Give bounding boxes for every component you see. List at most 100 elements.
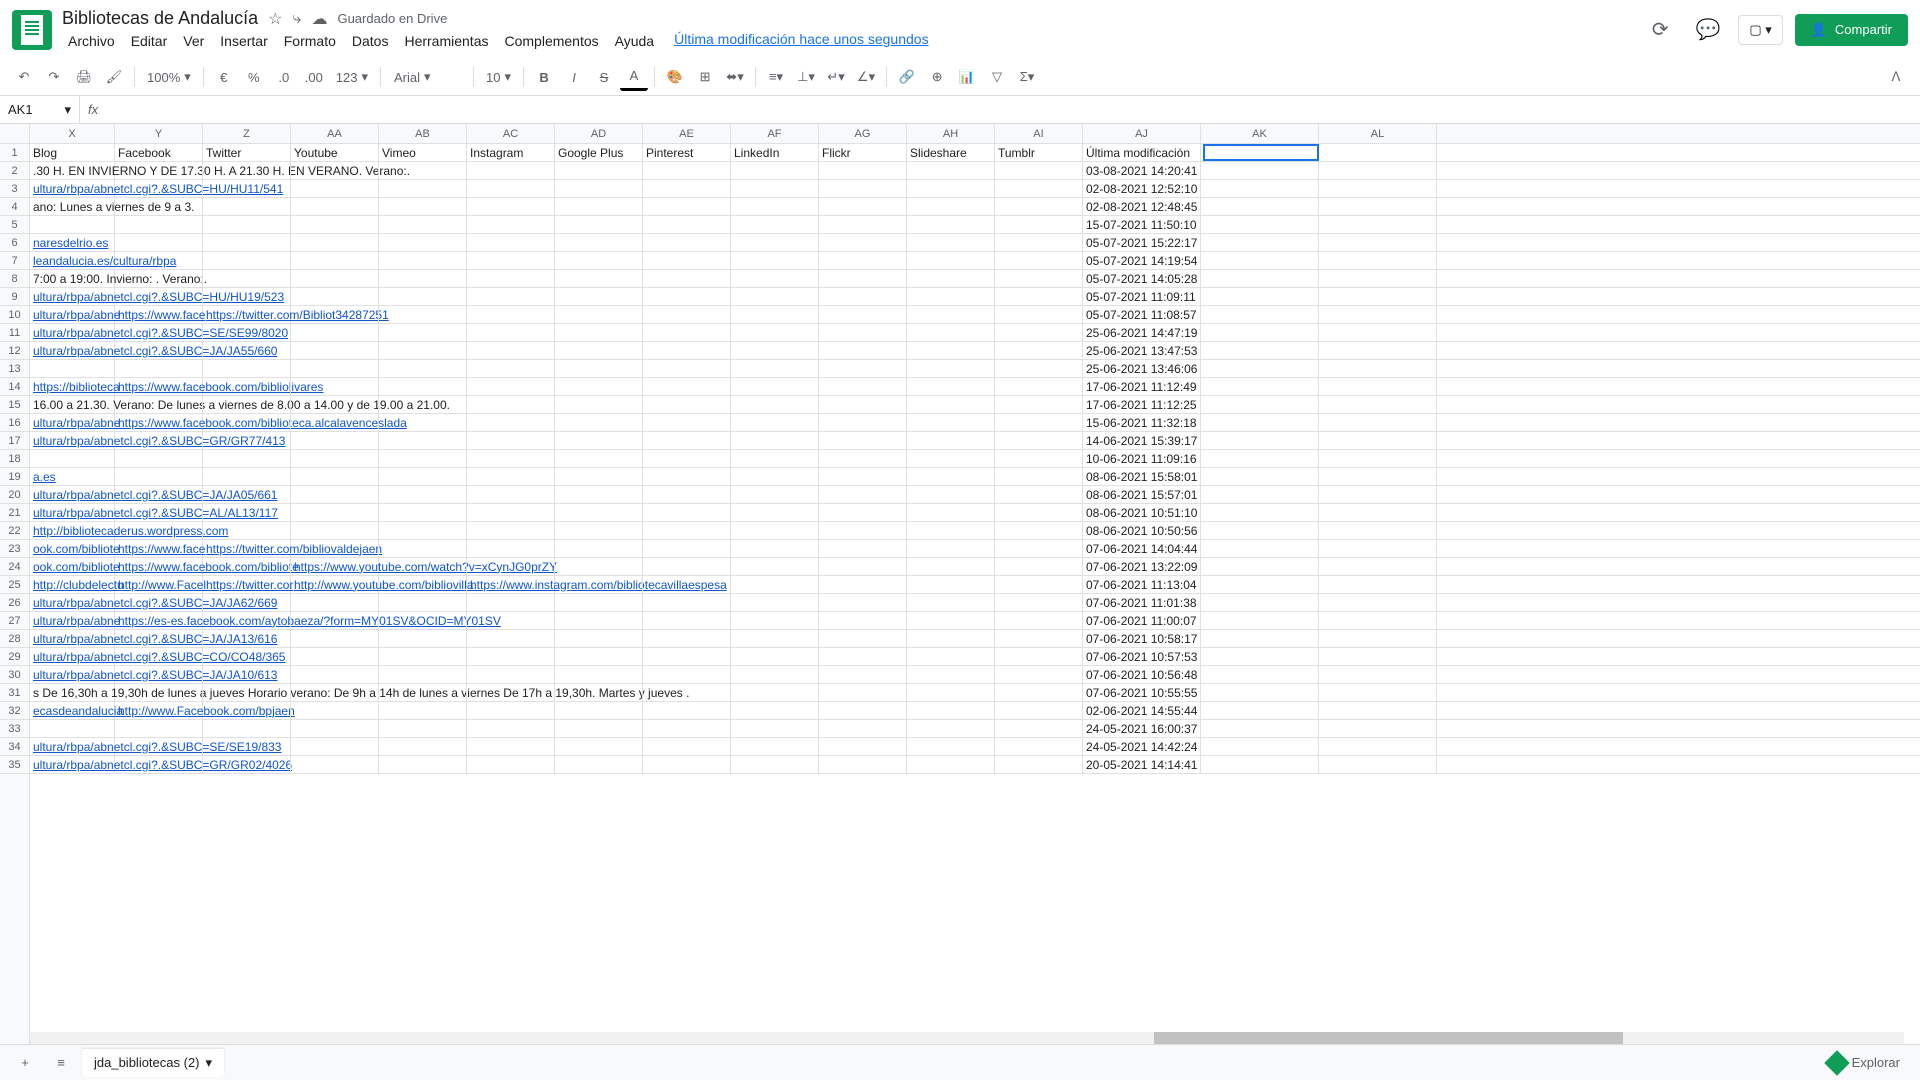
chart-button[interactable]: 📊 bbox=[953, 63, 981, 91]
cell[interactable]: https://twitter.cor bbox=[203, 576, 291, 593]
cell[interactable]: 15-07-2021 11:50:10 bbox=[1083, 216, 1201, 233]
cell[interactable]: https://www.youtube.com/watch?v=xCynJG0p… bbox=[291, 558, 379, 575]
cell[interactable] bbox=[1319, 522, 1437, 539]
cell[interactable] bbox=[555, 486, 643, 503]
cell[interactable] bbox=[467, 252, 555, 269]
cell[interactable] bbox=[379, 288, 467, 305]
column-header[interactable]: AB bbox=[379, 124, 467, 143]
cell[interactable] bbox=[731, 504, 819, 521]
cell[interactable] bbox=[1201, 342, 1319, 359]
cell[interactable] bbox=[1201, 198, 1319, 215]
cell[interactable]: LinkedIn bbox=[731, 144, 819, 161]
cell[interactable] bbox=[467, 684, 555, 701]
cell[interactable]: ultura/rbpa/abnetcl.cgi?.&SUBC=CO/CO48/3… bbox=[30, 648, 115, 665]
column-header[interactable]: AF bbox=[731, 124, 819, 143]
cell[interactable] bbox=[819, 414, 907, 431]
cell[interactable] bbox=[1319, 576, 1437, 593]
cell[interactable]: 07-06-2021 14:04:44 bbox=[1083, 540, 1201, 557]
comments-icon[interactable]: 💬 bbox=[1690, 12, 1726, 48]
cell[interactable] bbox=[291, 306, 379, 323]
cell[interactable]: ultura/rbpa/abne bbox=[30, 414, 115, 431]
cell[interactable]: Última modificación bbox=[1083, 144, 1201, 161]
cell[interactable] bbox=[467, 180, 555, 197]
cell[interactable]: 24-05-2021 16:00:37 bbox=[1083, 720, 1201, 737]
cell[interactable] bbox=[379, 504, 467, 521]
valign-button[interactable]: ⊥▾ bbox=[792, 63, 820, 91]
cell[interactable] bbox=[731, 342, 819, 359]
cell[interactable] bbox=[731, 450, 819, 467]
cell[interactable] bbox=[731, 468, 819, 485]
menu-insert[interactable]: Insertar bbox=[214, 31, 273, 51]
cell[interactable] bbox=[291, 486, 379, 503]
cell[interactable] bbox=[1319, 468, 1437, 485]
cell[interactable] bbox=[1319, 738, 1437, 755]
cell[interactable] bbox=[731, 486, 819, 503]
cell[interactable] bbox=[819, 432, 907, 449]
cell[interactable] bbox=[379, 342, 467, 359]
cell[interactable] bbox=[1319, 756, 1437, 773]
cell[interactable] bbox=[1201, 630, 1319, 647]
cell[interactable] bbox=[1201, 558, 1319, 575]
cell[interactable] bbox=[291, 342, 379, 359]
cell[interactable] bbox=[555, 684, 643, 701]
cell[interactable] bbox=[819, 702, 907, 719]
cell[interactable] bbox=[467, 756, 555, 773]
cell[interactable] bbox=[819, 666, 907, 683]
cell[interactable] bbox=[379, 594, 467, 611]
row-header[interactable]: 23 bbox=[0, 540, 29, 558]
percent-button[interactable]: % bbox=[240, 63, 268, 91]
cell[interactable] bbox=[115, 450, 203, 467]
move-icon[interactable]: ⤷ bbox=[292, 10, 301, 28]
cell[interactable] bbox=[819, 504, 907, 521]
cell[interactable] bbox=[467, 234, 555, 251]
row-header[interactable]: 19 bbox=[0, 468, 29, 486]
cell[interactable] bbox=[1201, 432, 1319, 449]
cell[interactable] bbox=[555, 162, 643, 179]
cell[interactable] bbox=[379, 756, 467, 773]
cell[interactable] bbox=[643, 324, 731, 341]
cell[interactable] bbox=[379, 522, 467, 539]
cell[interactable] bbox=[819, 594, 907, 611]
cell[interactable] bbox=[291, 738, 379, 755]
cell[interactable]: 08-06-2021 15:58:01 bbox=[1083, 468, 1201, 485]
cell[interactable] bbox=[203, 720, 291, 737]
cell[interactable]: s De 16,30h a 19,30h de lunes a jueves H… bbox=[30, 684, 115, 701]
row-header[interactable]: 21 bbox=[0, 504, 29, 522]
cell[interactable] bbox=[1319, 450, 1437, 467]
cell[interactable] bbox=[643, 612, 731, 629]
row-header[interactable]: 35 bbox=[0, 756, 29, 774]
cell[interactable] bbox=[291, 378, 379, 395]
cell[interactable] bbox=[203, 486, 291, 503]
cell[interactable] bbox=[467, 414, 555, 431]
cell[interactable] bbox=[819, 486, 907, 503]
cell[interactable]: http://www.Facebook.com/bpjaen bbox=[115, 702, 203, 719]
cell[interactable] bbox=[643, 540, 731, 557]
row-header[interactable]: 26 bbox=[0, 594, 29, 612]
cell[interactable] bbox=[379, 450, 467, 467]
cell[interactable] bbox=[115, 180, 203, 197]
halign-button[interactable]: ≡▾ bbox=[762, 63, 790, 91]
menu-data[interactable]: Datos bbox=[346, 31, 395, 51]
cell[interactable] bbox=[643, 504, 731, 521]
cell[interactable] bbox=[115, 756, 203, 773]
cell[interactable] bbox=[115, 432, 203, 449]
cell[interactable] bbox=[291, 288, 379, 305]
cell[interactable]: 07-06-2021 10:58:17 bbox=[1083, 630, 1201, 647]
cell[interactable] bbox=[291, 270, 379, 287]
cell[interactable] bbox=[1319, 648, 1437, 665]
cell[interactable] bbox=[995, 684, 1083, 701]
cell[interactable] bbox=[291, 756, 379, 773]
cell[interactable] bbox=[467, 540, 555, 557]
cell[interactable] bbox=[1319, 666, 1437, 683]
cell[interactable] bbox=[643, 270, 731, 287]
cell[interactable] bbox=[1201, 450, 1319, 467]
cell[interactable]: ano: Lunes a viernes de 9 a 3. bbox=[30, 198, 115, 215]
document-title[interactable]: Bibliotecas de Andalucía bbox=[62, 8, 258, 29]
cell[interactable]: https://www.face bbox=[115, 540, 203, 557]
cell[interactable] bbox=[643, 162, 731, 179]
cell[interactable] bbox=[379, 684, 467, 701]
cell[interactable] bbox=[379, 432, 467, 449]
cell[interactable] bbox=[291, 504, 379, 521]
cell[interactable] bbox=[203, 180, 291, 197]
cell[interactable] bbox=[555, 414, 643, 431]
